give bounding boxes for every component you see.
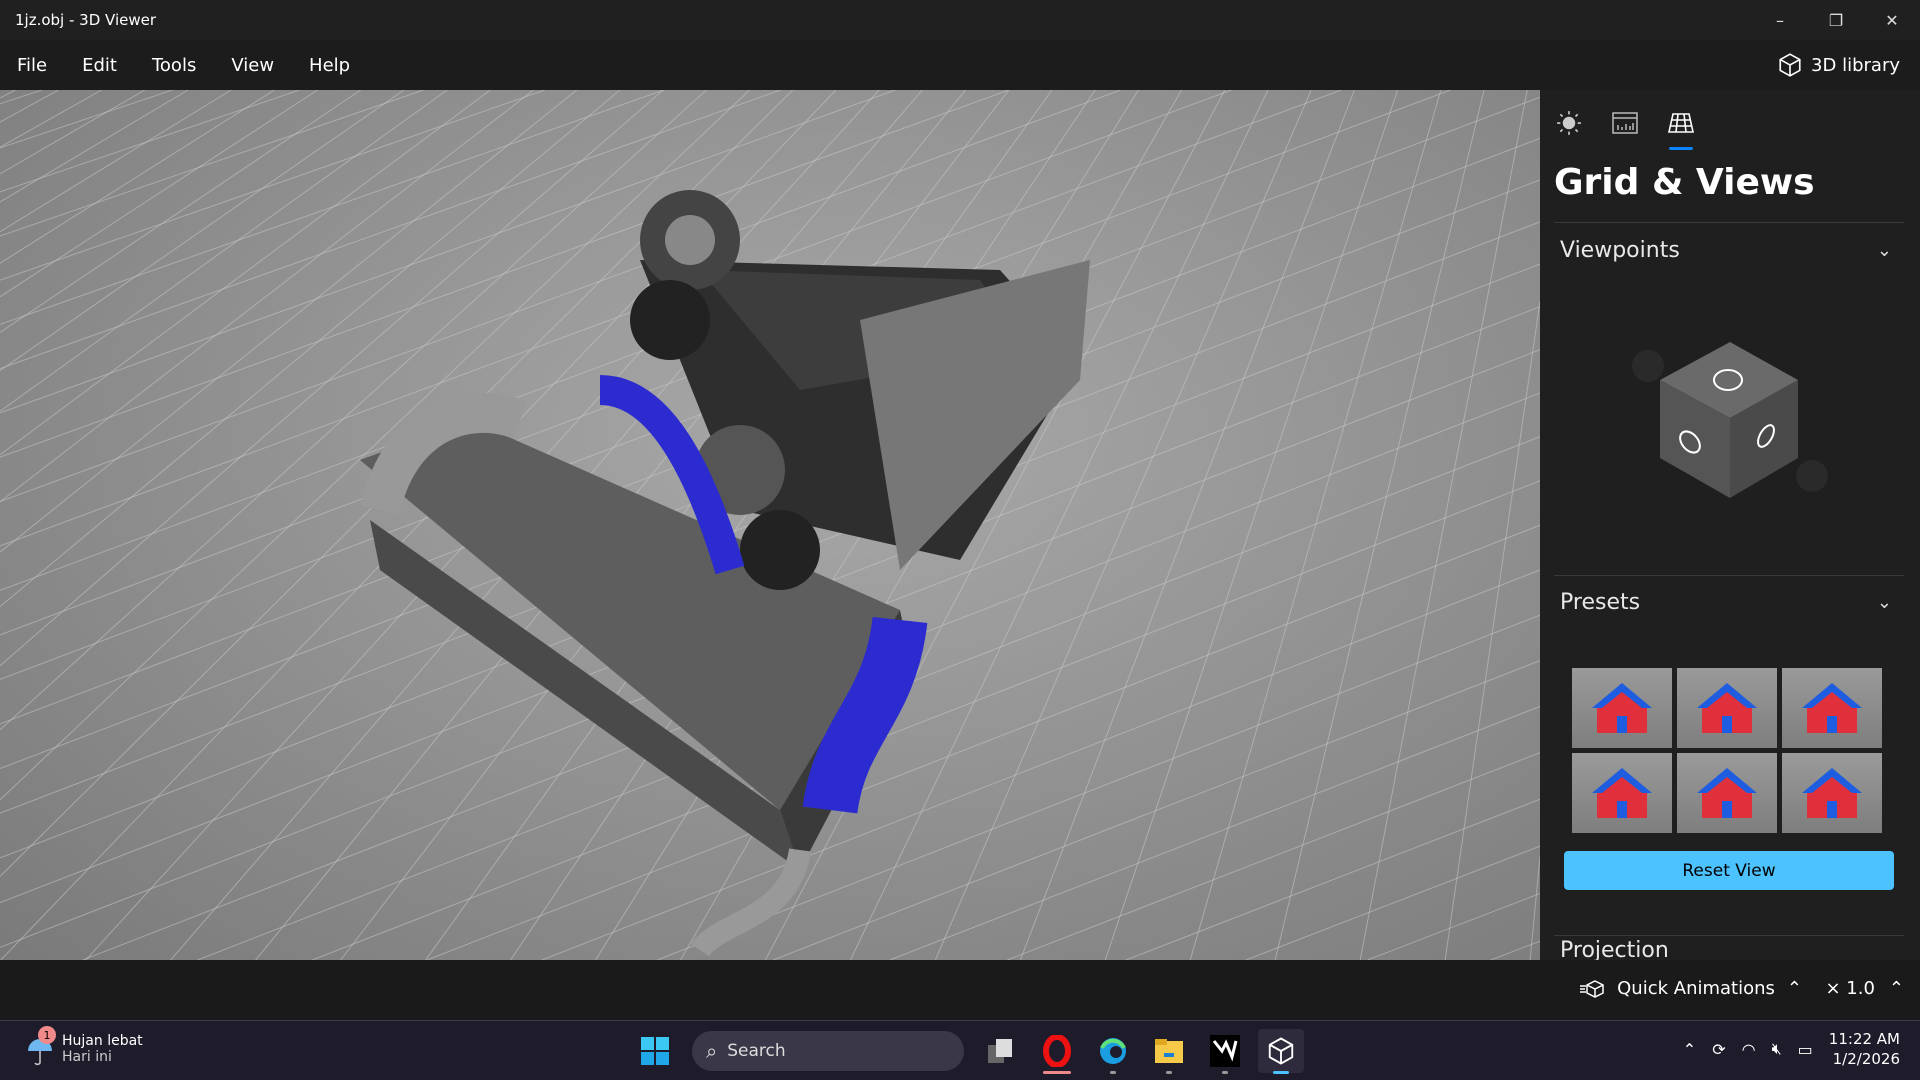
chevron-up-icon[interactable]: ⌃ xyxy=(1683,1040,1696,1059)
divider xyxy=(1554,575,1904,576)
preset-view-1[interactable] xyxy=(1572,668,1672,748)
task-view-icon xyxy=(988,1039,1012,1063)
house-icon xyxy=(1592,683,1652,733)
house-icon xyxy=(1592,768,1652,818)
tab-grid-views[interactable] xyxy=(1664,106,1698,150)
3d-library-button[interactable]: 3D library xyxy=(1777,52,1900,78)
edge-app[interactable] xyxy=(1090,1029,1136,1074)
cube-icon xyxy=(1779,53,1801,77)
system-tray: ⌃ ⟳ ◠ 🔇︎ ▭ 11:22 AM 1/2/2026 xyxy=(1683,1029,1900,1069)
chevron-down-icon[interactable]: ⌄ xyxy=(1877,592,1892,613)
minimize-button[interactable]: – xyxy=(1752,0,1808,40)
preset-view-4[interactable] xyxy=(1572,753,1672,833)
speed-value: × 1.0 xyxy=(1825,978,1875,999)
volume-muted-icon[interactable]: 🔇︎ xyxy=(1772,1039,1782,1059)
section-viewpoints[interactable]: Viewpoints xyxy=(1560,238,1680,263)
menu-edit[interactable]: Edit xyxy=(82,55,117,76)
house-icon xyxy=(1802,768,1862,818)
stats-icon xyxy=(1612,112,1638,134)
weather-subtitle: Hari ini xyxy=(62,1049,112,1065)
folder-icon xyxy=(1155,1039,1183,1063)
windows-icon xyxy=(641,1037,669,1065)
weather-title: Hujan lebat xyxy=(62,1033,143,1049)
preset-view-6[interactable] xyxy=(1782,753,1882,833)
opera-app[interactable] xyxy=(1034,1029,1080,1074)
divider xyxy=(1554,222,1904,223)
menu-help[interactable]: Help xyxy=(309,55,350,76)
menu-tools[interactable]: Tools xyxy=(152,55,196,76)
house-icon xyxy=(1802,683,1862,733)
date: 1/2/2026 xyxy=(1832,1050,1900,1068)
chevron-down-icon[interactable]: ⌄ xyxy=(1877,240,1892,261)
clock[interactable]: 11:22 AM 1/2/2026 xyxy=(1829,1029,1900,1069)
house-icon xyxy=(1697,768,1757,818)
house-icon xyxy=(1697,683,1757,733)
grid-views-panel: Grid & Views Viewpoints ⌄ Presets ⌄ Rese… xyxy=(1540,90,1920,960)
search-icon: ⌕ xyxy=(706,1039,718,1063)
cube-icon xyxy=(1268,1037,1294,1065)
animation-bar: Quick Animations ⌃ × 1.0 ⌃ xyxy=(0,960,1920,1020)
ground-grid xyxy=(0,90,1540,960)
quick-animations-label: Quick Animations xyxy=(1617,978,1775,999)
edge-icon xyxy=(1100,1038,1126,1064)
rhino-icon xyxy=(1210,1035,1240,1067)
section-projection[interactable]: Projection xyxy=(1560,938,1669,960)
time: 11:22 AM xyxy=(1828,1030,1900,1048)
close-button[interactable]: ✕ xyxy=(1864,0,1920,40)
animation-icon xyxy=(1580,979,1604,998)
preset-view-5[interactable] xyxy=(1677,753,1777,833)
weather-widget[interactable]: 1 Hujan lebat Hari ini xyxy=(26,1026,143,1069)
task-view-button[interactable] xyxy=(978,1029,1024,1073)
view-cube[interactable] xyxy=(1620,330,1840,520)
chevron-up-icon: ⌃ xyxy=(1888,978,1904,999)
speed-selector[interactable]: × 1.0 ⌃ xyxy=(1825,978,1904,999)
3d-viewport[interactable] xyxy=(0,90,1540,960)
notification-badge: 1 xyxy=(38,1026,56,1044)
opera-icon xyxy=(1043,1035,1071,1067)
file-explorer-app[interactable] xyxy=(1146,1029,1192,1074)
restore-button[interactable]: ❐ xyxy=(1808,0,1864,40)
wifi-icon[interactable]: ◠ xyxy=(1742,1040,1756,1059)
taskbar-search[interactable]: ⌕ Search xyxy=(692,1031,964,1071)
preset-view-3[interactable] xyxy=(1782,668,1882,748)
window-title: 1jz.obj - 3D Viewer xyxy=(15,11,157,29)
start-button[interactable] xyxy=(632,1029,678,1073)
title-bar: 1jz.obj - 3D Viewer – ❐ ✕ xyxy=(0,0,1920,40)
section-presets[interactable]: Presets xyxy=(1560,590,1640,615)
tab-stats[interactable] xyxy=(1608,106,1642,140)
rhino-app[interactable] xyxy=(1202,1029,1248,1074)
sync-icon[interactable]: ⟳ xyxy=(1712,1040,1725,1059)
quick-animations-button[interactable]: Quick Animations ⌃ xyxy=(1579,978,1802,999)
3d-viewer-app[interactable] xyxy=(1258,1029,1304,1074)
chevron-up-icon: ⌃ xyxy=(1786,978,1802,999)
tab-lighting[interactable] xyxy=(1552,106,1586,140)
reset-view-button[interactable]: Reset View xyxy=(1564,851,1894,890)
lighting-icon xyxy=(1557,111,1581,135)
battery-icon[interactable]: ▭ xyxy=(1798,1040,1813,1059)
panel-title: Grid & Views xyxy=(1554,162,1815,203)
divider xyxy=(1554,935,1904,936)
menu-view[interactable]: View xyxy=(231,55,274,76)
preset-view-2[interactable] xyxy=(1677,668,1777,748)
grid-icon xyxy=(1668,113,1694,133)
menu-bar: File Edit Tools View Help 3D library xyxy=(0,40,1920,90)
taskbar: 1 Hujan lebat Hari ini ⌕ Search ⌃ ⟳ ◠ 🔇︎ … xyxy=(0,1020,1920,1080)
search-placeholder: Search xyxy=(727,1041,786,1061)
3d-library-label: 3D library xyxy=(1811,54,1900,76)
menu-file[interactable]: File xyxy=(17,55,47,76)
